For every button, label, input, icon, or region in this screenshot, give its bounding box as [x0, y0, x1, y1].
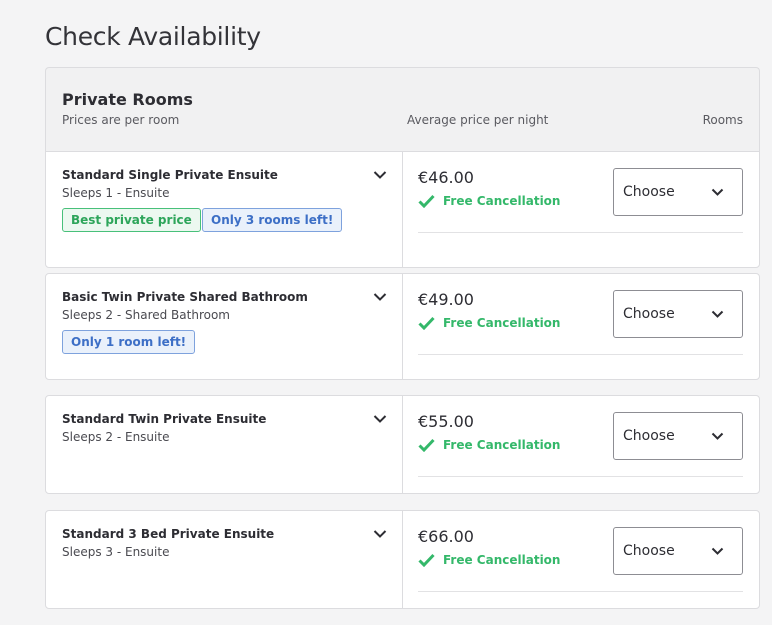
- cancellation-info: Free Cancellation: [418, 194, 560, 208]
- divider: [402, 396, 403, 493]
- row-divider: [418, 232, 743, 233]
- room-name: Standard Twin Private Ensuite: [62, 412, 267, 426]
- availability-badge: Only 1 room left!: [62, 330, 196, 354]
- rooms-select-value: Choose: [623, 184, 675, 200]
- chevron-down-icon[interactable]: [373, 170, 387, 180]
- room-details[interactable]: Standard Single Private Ensuite Sleeps 1…: [46, 152, 402, 267]
- room-details[interactable]: Basic Twin Private Shared Bathroom Sleep…: [46, 274, 402, 379]
- room-sleeps: Sleeps 3 - Ensuite: [62, 545, 170, 559]
- room-details[interactable]: Standard 3 Bed Private Ensuite Sleeps 3 …: [46, 511, 402, 608]
- check-icon: [418, 316, 435, 330]
- room-card: Standard 3 Bed Private Ensuite Sleeps 3 …: [45, 510, 760, 609]
- cancellation-label: Free Cancellation: [443, 316, 561, 330]
- cancellation-label: Free Cancellation: [443, 553, 561, 567]
- divider: [402, 274, 403, 379]
- room-details[interactable]: Standard Twin Private Ensuite Sleeps 2 -…: [46, 396, 402, 493]
- room-price: €46.00: [418, 168, 474, 187]
- rooms-select-value: Choose: [623, 428, 675, 444]
- rooms-select-value: Choose: [623, 306, 675, 322]
- section-subtitle: Prices are per room: [62, 113, 180, 127]
- cancellation-info: Free Cancellation: [418, 553, 560, 567]
- row-divider: [418, 476, 743, 477]
- room-sleeps: Sleeps 2 - Shared Bathroom: [62, 308, 230, 322]
- availability-badge: Only 3 rooms left!: [202, 208, 343, 232]
- rooms-select[interactable]: Choose: [613, 527, 743, 575]
- divider: [402, 511, 403, 608]
- rooms-column-label: Rooms: [702, 113, 743, 127]
- private-rooms-header: Private Rooms Prices are per room Averag…: [45, 67, 760, 152]
- room-name: Standard 3 Bed Private Ensuite: [62, 527, 275, 541]
- price-column-label: Average price per night: [407, 113, 549, 127]
- row-divider: [418, 354, 743, 355]
- room-price: €49.00: [418, 290, 474, 309]
- rooms-select[interactable]: Choose: [613, 168, 743, 216]
- row-divider: [418, 591, 743, 592]
- rooms-select-value: Choose: [623, 543, 675, 559]
- room-sleeps: Sleeps 1 - Ensuite: [62, 186, 170, 200]
- chevron-down-icon[interactable]: [373, 414, 387, 424]
- room-sleeps: Sleeps 2 - Ensuite: [62, 430, 170, 444]
- page-title: Check Availability: [45, 22, 261, 51]
- cancellation-info: Free Cancellation: [418, 438, 560, 452]
- rooms-select[interactable]: Choose: [613, 290, 743, 338]
- chevron-down-icon: [711, 547, 724, 555]
- rooms-select[interactable]: Choose: [613, 412, 743, 460]
- check-icon: [418, 553, 435, 567]
- cancellation-label: Free Cancellation: [443, 438, 561, 452]
- divider: [402, 152, 403, 267]
- chevron-down-icon: [711, 432, 724, 440]
- room-price: €66.00: [418, 527, 474, 546]
- chevron-down-icon[interactable]: [373, 529, 387, 539]
- room-card: Standard Single Private Ensuite Sleeps 1…: [45, 151, 760, 268]
- room-name: Standard Single Private Ensuite: [62, 168, 278, 182]
- check-icon: [418, 194, 435, 208]
- chevron-down-icon[interactable]: [373, 292, 387, 302]
- section-title: Private Rooms: [62, 90, 193, 109]
- chevron-down-icon: [711, 188, 724, 196]
- room-card: Basic Twin Private Shared Bathroom Sleep…: [45, 273, 760, 380]
- room-price: €55.00: [418, 412, 474, 431]
- chevron-down-icon: [711, 310, 724, 318]
- room-card: Standard Twin Private Ensuite Sleeps 2 -…: [45, 395, 760, 494]
- room-name: Basic Twin Private Shared Bathroom: [62, 290, 308, 304]
- cancellation-info: Free Cancellation: [418, 316, 560, 330]
- best-price-badge: Best private price: [62, 208, 201, 232]
- cancellation-label: Free Cancellation: [443, 194, 561, 208]
- check-icon: [418, 438, 435, 452]
